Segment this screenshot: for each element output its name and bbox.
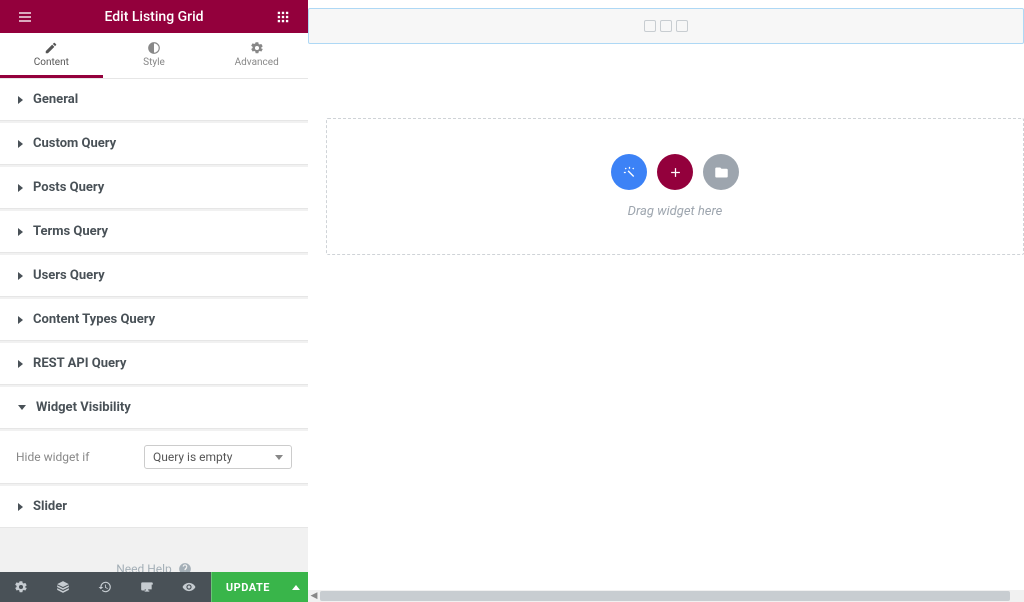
hide-widget-label: Hide widget if xyxy=(16,450,89,464)
section-widget-visibility[interactable]: Widget Visibility xyxy=(0,387,308,429)
section-label: Users Query xyxy=(33,268,105,283)
navigator-icon[interactable] xyxy=(42,572,84,602)
add-template-button[interactable] xyxy=(703,154,739,190)
section-label: Widget Visibility xyxy=(36,400,131,415)
chevron-right-icon xyxy=(18,316,23,324)
menu-icon[interactable] xyxy=(10,2,40,32)
chevron-right-icon xyxy=(18,184,23,192)
add-section-button[interactable] xyxy=(611,154,647,190)
tab-label: Advanced xyxy=(235,57,279,68)
scroll-track[interactable] xyxy=(320,590,1024,602)
section-rest-api-query[interactable]: REST API Query xyxy=(0,343,308,385)
drop-icons xyxy=(611,154,739,190)
sections-list: General Custom Query Posts Query Terms Q… xyxy=(0,79,308,572)
section-custom-query[interactable]: Custom Query xyxy=(0,123,308,165)
chevron-right-icon xyxy=(18,360,23,368)
update-options-button[interactable] xyxy=(284,572,308,602)
section-label: General xyxy=(33,92,78,107)
column-icon xyxy=(660,20,672,32)
tab-content[interactable]: Content xyxy=(0,33,103,78)
section-posts-query[interactable]: Posts Query xyxy=(0,167,308,209)
apps-icon[interactable] xyxy=(268,2,298,32)
widget-drop-area[interactable]: Drag widget here xyxy=(326,118,1024,255)
chevron-right-icon xyxy=(18,503,23,511)
section-label: Content Types Query xyxy=(33,312,155,327)
update-button[interactable]: UPDATE xyxy=(211,572,284,602)
new-section-bar[interactable] xyxy=(308,8,1024,44)
folder-icon xyxy=(714,165,729,180)
section-terms-query[interactable]: Terms Query xyxy=(0,211,308,253)
sidebar-header: Edit Listing Grid xyxy=(0,0,308,33)
section-label: Posts Query xyxy=(33,180,104,195)
tab-advanced[interactable]: Advanced xyxy=(205,33,308,78)
chevron-right-icon xyxy=(18,140,23,148)
section-general[interactable]: General xyxy=(0,79,308,121)
panel-title: Edit Listing Grid xyxy=(104,9,203,25)
section-label: REST API Query xyxy=(33,356,126,371)
wand-icon xyxy=(622,165,637,180)
need-help-label: Need Help xyxy=(116,562,172,572)
column-icon xyxy=(676,20,688,32)
pencil-icon xyxy=(44,41,58,55)
chevron-up-icon xyxy=(292,585,300,590)
tab-style[interactable]: Style xyxy=(103,33,206,78)
widget-visibility-body: Hide widget if Query is empty xyxy=(0,431,308,484)
history-icon[interactable] xyxy=(84,572,126,602)
section-label: Slider xyxy=(33,499,67,514)
section-label: Terms Query xyxy=(33,224,108,239)
need-help-link[interactable]: Need Help xyxy=(0,530,308,572)
hide-widget-select[interactable]: Query is empty xyxy=(144,445,292,469)
help-icon xyxy=(178,562,192,572)
section-label: Custom Query xyxy=(33,136,116,151)
chevron-right-icon xyxy=(18,272,23,280)
scroll-left-icon[interactable]: ◀ xyxy=(308,591,320,601)
horizontal-scrollbar[interactable]: ◀ xyxy=(308,590,1024,602)
column-icon xyxy=(644,20,656,32)
gear-icon xyxy=(250,41,264,55)
section-content-types-query[interactable]: Content Types Query xyxy=(0,299,308,341)
contrast-icon xyxy=(147,41,161,55)
tab-label: Style xyxy=(143,57,165,68)
add-widget-button[interactable] xyxy=(657,154,693,190)
chevron-right-icon xyxy=(18,228,23,236)
drop-hint: Drag widget here xyxy=(628,204,723,219)
sidebar-footer: UPDATE xyxy=(0,572,308,602)
select-value: Query is empty xyxy=(153,450,232,464)
tab-label: Content xyxy=(34,57,69,68)
tab-bar: Content Style Advanced xyxy=(0,33,308,79)
scroll-thumb[interactable] xyxy=(320,591,1010,601)
section-slider[interactable]: Slider xyxy=(0,486,308,528)
section-users-query[interactable]: Users Query xyxy=(0,255,308,297)
responsive-icon[interactable] xyxy=(126,572,168,602)
chevron-down-icon xyxy=(275,455,283,460)
plus-icon xyxy=(668,165,683,180)
preview-icon[interactable] xyxy=(168,572,210,602)
editor-canvas: Drag widget here ◀ xyxy=(308,0,1024,602)
chevron-down-icon xyxy=(18,405,26,410)
editor-sidebar: Edit Listing Grid Content Style Advanced… xyxy=(0,0,308,602)
chevron-right-icon xyxy=(18,96,23,104)
settings-icon[interactable] xyxy=(0,572,42,602)
